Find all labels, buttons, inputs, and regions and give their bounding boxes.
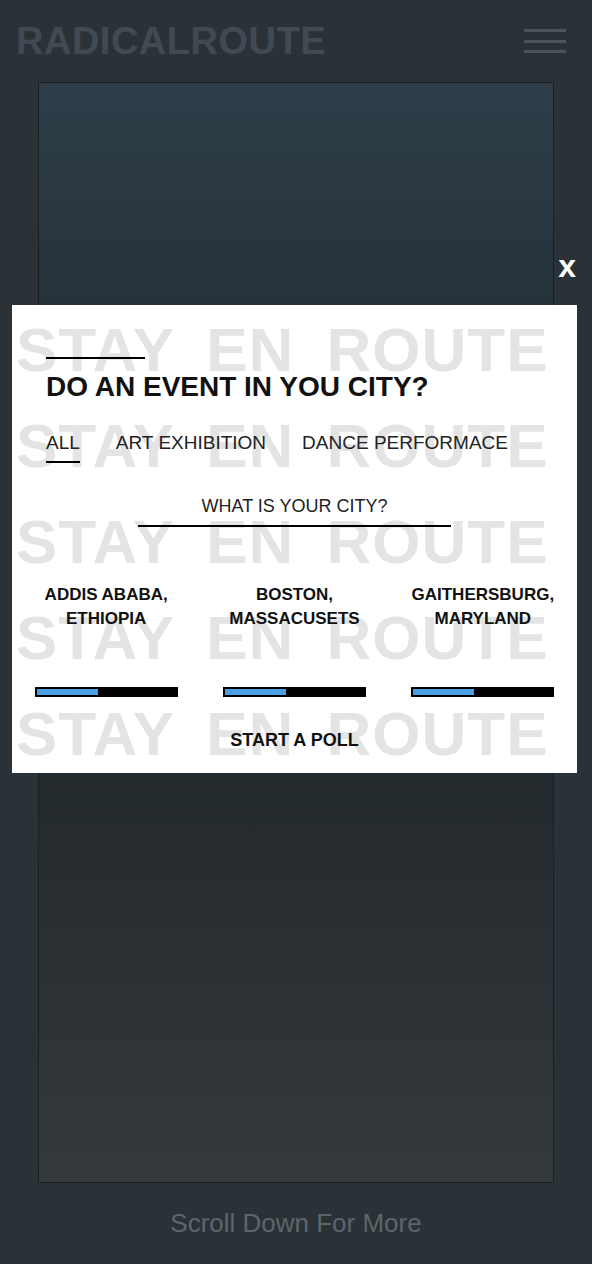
city-name: BOSTON, [256, 583, 333, 607]
category-tab[interactable]: DANCE PERFORMACE [302, 431, 508, 463]
menu-icon[interactable] [524, 29, 566, 53]
city-name: ADDIS ABABA, [45, 583, 168, 607]
city-question-text: WHAT IS YOUR CITY? [201, 496, 387, 516]
watermark-line: STAY EN ROUTE [16, 590, 577, 686]
modal-content: DO AN EVENT IN YOU CITY? ALL ART EXHIBITIO… [12, 305, 577, 751]
vote-bar-fill [413, 689, 474, 695]
menu-icon-bar [524, 50, 566, 53]
category-tab[interactable]: ALL [46, 431, 80, 463]
vote-bar-fill [37, 689, 98, 695]
city-region: ETHIOPIA [66, 607, 146, 631]
close-button[interactable]: x [558, 246, 576, 286]
vote-bar-fill [225, 689, 286, 695]
menu-icon-bar [524, 40, 566, 43]
menu-icon-bar [524, 29, 566, 32]
modal-heading: DO AN EVENT IN YOU CITY? [46, 371, 577, 403]
footer: Scroll Down For More [0, 1183, 592, 1264]
city-option[interactable]: ADDIS ABABA,ETHIOPIA [20, 583, 192, 697]
header: RADICALROUTE [0, 0, 592, 82]
city-list: ADDIS ABABA,ETHIOPIABOSTON,MASSACUSETSGA… [12, 583, 577, 697]
vote-bar [223, 687, 366, 697]
accent-line [46, 357, 145, 359]
poll-modal: STAY EN ROUTESTAY EN ROUTESTAY EN ROUTES… [12, 305, 577, 773]
scroll-hint: Scroll Down For More [170, 1204, 421, 1243]
vote-bar [35, 687, 178, 697]
city-region: MARYLAND [435, 607, 532, 631]
city-name: GAITHERSBURG, [412, 583, 555, 607]
city-question: WHAT IS YOUR CITY? [138, 495, 451, 527]
start-poll-button[interactable]: START A POLL [230, 729, 358, 751]
city-option[interactable]: BOSTON,MASSACUSETS [208, 583, 380, 697]
category-tabs: ALL ART EXHIBITION DANCE PERFORMACE [46, 431, 577, 463]
city-region: MASSACUSETS [229, 607, 359, 631]
logo[interactable]: RADICALROUTE [16, 19, 326, 63]
vote-bar [411, 687, 554, 697]
category-tab[interactable]: ART EXHIBITION [116, 431, 266, 463]
city-option[interactable]: GAITHERSBURG,MARYLAND [397, 583, 569, 697]
page: RADICALROUTE Scroll Down For More STAY E… [0, 0, 592, 1264]
